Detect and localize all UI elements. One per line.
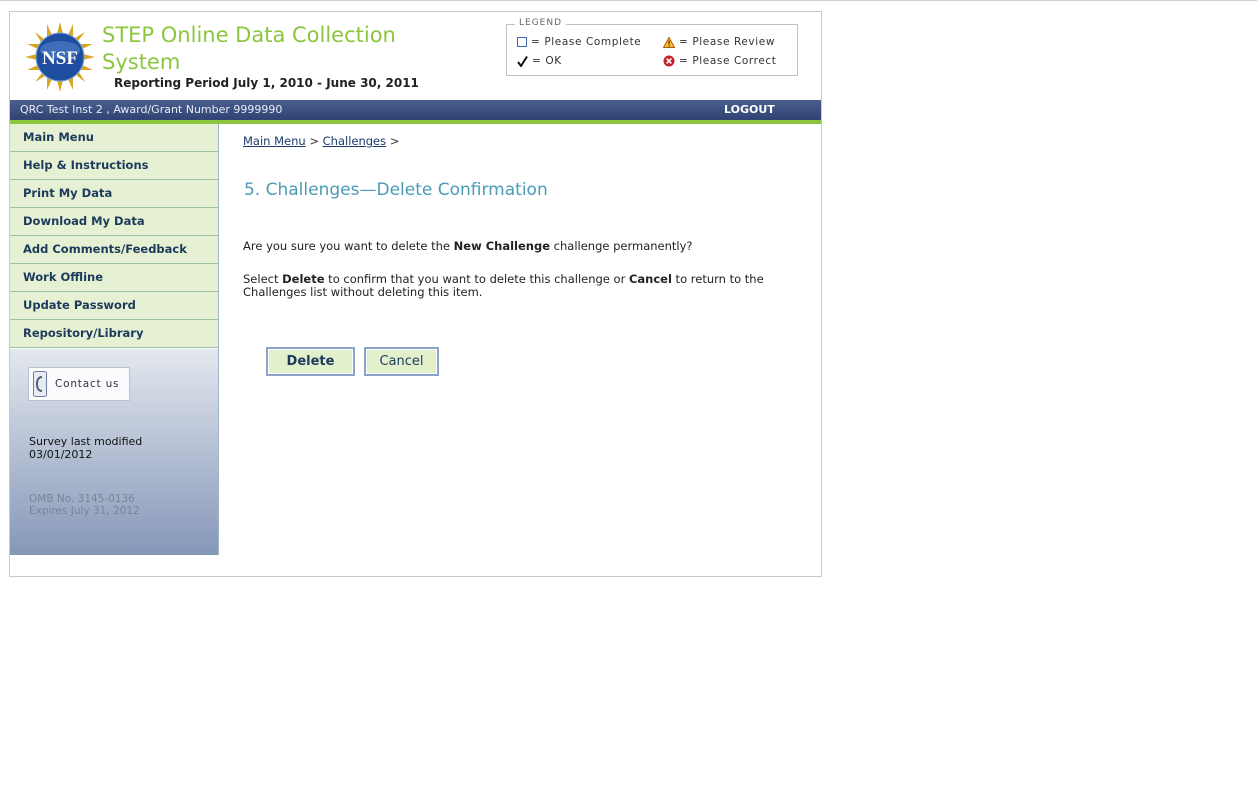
checkmark-icon <box>517 55 528 67</box>
sidebar-info-panel: Contact us Survey last modified 03/01/20… <box>10 349 218 555</box>
breadcrumb-separator: > <box>309 134 319 148</box>
breadcrumb-challenges[interactable]: Challenges <box>323 134 387 148</box>
instructions-text: Select Delete to confirm that you want t… <box>243 272 764 299</box>
warning-icon <box>663 36 675 48</box>
sidebar-item-work-offline[interactable]: Work Offline <box>10 264 218 292</box>
legend-please-complete: = Please Complete <box>517 36 641 48</box>
page-frame: NSF STEP Online Data Collection System R… <box>9 11 822 577</box>
logout-link[interactable]: LOGOUT <box>724 103 775 116</box>
contact-us-label: Contact us <box>55 378 120 390</box>
sidebar-item-help[interactable]: Help & Instructions <box>10 152 218 180</box>
site-title: STEP Online Data Collection System <box>102 23 396 74</box>
sidebar-item-update-password[interactable]: Update Password <box>10 292 218 320</box>
breadcrumb-main-menu[interactable]: Main Menu <box>243 134 306 148</box>
contact-us-button[interactable]: Contact us <box>28 367 130 401</box>
legend-ok: = OK <box>517 55 562 67</box>
institution-label: QRC Test Inst 2 , Award/Grant Number 999… <box>20 103 283 116</box>
survey-modified: Survey last modified 03/01/2012 <box>29 435 143 461</box>
main-content: Main Menu > Challenges > 5. Challenges—D… <box>243 134 813 376</box>
delete-button[interactable]: Delete <box>266 347 355 376</box>
sidebar-item-feedback[interactable]: Add Comments/Feedback <box>10 236 218 264</box>
sidebar: Main Menu Help & Instructions Print My D… <box>10 124 219 555</box>
sidebar-item-download[interactable]: Download My Data <box>10 208 218 236</box>
breadcrumb: Main Menu > Challenges > <box>243 134 813 148</box>
legend-please-correct: = Please Correct <box>663 55 776 67</box>
omb-info: OMB No. 3145-0136 Expires July 31, 2012 <box>29 493 140 517</box>
legend-title: LEGEND <box>515 18 567 28</box>
cancel-button[interactable]: Cancel <box>364 347 439 376</box>
sidebar-item-repository[interactable]: Repository/Library <box>10 320 218 348</box>
top-nav-bar: QRC Test Inst 2 , Award/Grant Number 999… <box>10 100 821 120</box>
svg-text:NSF: NSF <box>42 48 78 69</box>
empty-checkbox-icon <box>517 37 527 47</box>
sidebar-item-main-menu[interactable]: Main Menu <box>10 124 218 152</box>
sidebar-item-print[interactable]: Print My Data <box>10 180 218 208</box>
error-icon <box>663 55 675 67</box>
confirm-message: Are you sure you want to delete the New … <box>243 239 693 253</box>
breadcrumb-separator: > <box>389 134 400 148</box>
nsf-logo: NSF <box>25 22 95 92</box>
reporting-period: Reporting Period July 1, 2010 - June 30,… <box>114 76 419 90</box>
legend-please-review: = Please Review <box>663 36 775 48</box>
legend-box: LEGEND = Please Complete = Please Review… <box>506 18 798 76</box>
page-title: 5. Challenges—Delete Confirmation <box>244 180 548 200</box>
top-border <box>0 0 1257 1</box>
phone-icon <box>33 371 47 397</box>
